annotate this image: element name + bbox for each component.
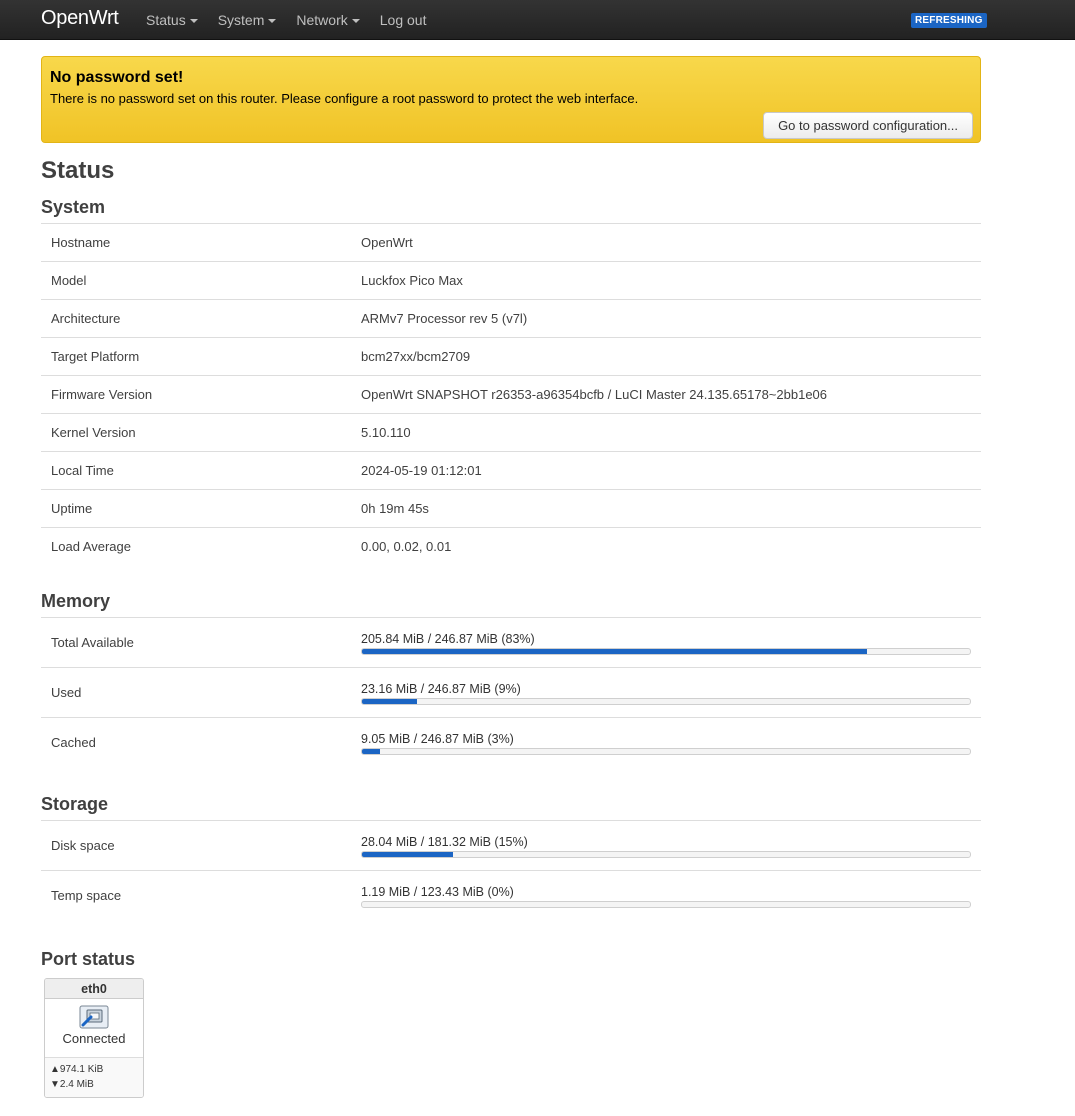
system-row-label: Target Platform [41,337,361,376]
system-row-label: Architecture [41,299,361,338]
system-row: Hostname OpenWrt [41,223,981,262]
memory-row-label: Cached [41,716,361,767]
system-row-value: 0h 19m 45s [361,489,981,528]
system-row-value: 5.10.110 [361,413,981,452]
system-row-label: Hostname [41,223,361,262]
menu-logout[interactable]: Log out [380,12,427,28]
system-row: Local Time 2024-05-19 01:12:01 [41,451,981,490]
port-traffic: ▲974.1 KiB ▼2.4 MiB [45,1056,143,1097]
system-row: Firmware Version OpenWrt SNAPSHOT r26353-… [41,375,981,414]
system-row: Uptime 0h 19m 45s [41,489,981,528]
memory-usage-text: 9.05 MiB / 246.87 MiB (3%) [361,731,514,746]
password-config-button[interactable]: Go to password configuration... [763,112,973,139]
menu-logout-label: Log out [379,12,427,28]
memory-section: Memory Total Available 205.84 MiB / 246.8… [41,590,981,767]
system-row: Kernel Version 5.10.110 [41,413,981,452]
memory-progress-bar [361,747,971,755]
system-row-value: OpenWrt SNAPSHOT r26353-a96354bcfb / LuC… [361,375,981,414]
system-row-label: Load Average [41,527,361,566]
memory-row-label: Total Available [41,616,361,667]
storage-row-label: Temp space [41,870,361,921]
memory-row: Used 23.16 MiB / 246.87 MiB (9%) [41,666,981,717]
ethernet-port-icon [79,1005,109,1028]
port-card: eth0 Connected ▲974.1 KiB ▼2.4 MiB [44,977,144,1098]
memory-progress-fill [362,648,867,654]
brand-logo[interactable]: OpenWrt [41,7,119,30]
chevron-down-icon [189,19,198,23]
memory-row: Cached 9.05 MiB / 246.87 MiB (3%) [41,716,981,767]
system-row: Architecture ARMv7 Processor rev 5 (v7l) [41,299,981,338]
system-row: Model Luckfox Pico Max [41,261,981,300]
storage-table: Disk space 28.04 MiB / 181.32 MiB (15%) Te… [41,820,981,921]
system-section: System Hostname OpenWrt Model Luckfox Pico … [41,196,981,566]
port-rx: ▼2.4 MiB [50,1078,94,1090]
system-row-label: Kernel Version [41,413,361,452]
system-row-label: Firmware Version [41,375,361,414]
system-row-label: Local Time [41,451,361,490]
system-heading: System [41,197,106,217]
system-row-label: Model [41,261,361,300]
system-row-value: 0.00, 0.02, 0.01 [361,527,981,566]
memory-usage-text: 23.16 MiB / 246.87 MiB (9%) [361,681,521,696]
menu-network-label: Network [296,12,348,28]
system-table: Hostname OpenWrt Model Luckfox Pico Max Arch… [41,223,981,566]
menu-status-label: Status [146,12,186,28]
system-row-label: Uptime [41,489,361,528]
port-status-heading: Port status [41,948,136,969]
alert-message: There is no password set on this router.… [50,91,639,106]
memory-progress-fill [362,748,381,754]
storage-usage-text: 1.19 MiB / 123.43 MiB (0%) [361,885,514,900]
system-row: Target Platform bcm27xx/bcm2709 [41,337,981,376]
menu-status[interactable]: Status [146,12,198,28]
storage-section: Storage Disk space 28.04 MiB / 181.32 MiB… [41,793,981,921]
storage-row: Disk space 28.04 MiB / 181.32 MiB (15%) [41,820,981,871]
storage-row: Temp space 1.19 MiB / 123.43 MiB (0%) [41,870,981,921]
storage-progress-bar [361,851,971,858]
system-row-value: 2024-05-19 01:12:01 [361,451,981,490]
memory-progress-bar [361,647,971,655]
menu-system[interactable]: System [218,12,277,28]
storage-usage-text: 28.04 MiB / 181.32 MiB (15%) [361,835,528,849]
menu-network[interactable]: Network [296,12,360,28]
system-row-value: ARMv7 Processor rev 5 (v7l) [361,299,981,338]
main-content: No password set! There is no password se… [41,56,981,1098]
top-navbar: OpenWrt Status System Network Log out RE… [0,0,1075,40]
memory-progress-bar [361,697,971,705]
memory-table: Total Available 205.84 MiB / 246.87 MiB (… [41,616,981,767]
storage-heading: Storage [41,794,109,814]
system-row: Load Average 0.00, 0.02, 0.01 [41,527,981,566]
alert-title: No password set! [50,69,184,86]
chevron-down-icon [351,19,360,23]
main-menu: Status System Network Log out [146,0,446,40]
memory-row-label: Used [41,666,361,717]
port-name: eth0 [45,978,143,999]
page-title: Status [41,157,115,184]
storage-progress-fill [362,852,454,857]
no-password-alert: No password set! There is no password se… [41,56,981,143]
system-row-value: OpenWrt [361,223,981,262]
system-row-value: bcm27xx/bcm2709 [361,337,981,376]
memory-usage-text: 205.84 MiB / 246.87 MiB (83%) [361,631,535,646]
chevron-down-icon [268,19,277,23]
menu-system-label: System [217,12,265,28]
memory-heading: Memory [41,590,111,611]
port-tx: ▲974.1 KiB [50,1063,104,1075]
storage-row-label: Disk space [41,820,361,871]
port-status-section: Port status eth0 Connected ▲974.1 KiB ▼2… [41,948,981,1098]
system-row-value: Luckfox Pico Max [361,261,981,300]
memory-row: Total Available 205.84 MiB / 246.87 MiB (… [41,616,981,667]
storage-progress-bar [361,901,971,909]
refreshing-indicator[interactable]: REFRESHING [911,13,987,28]
memory-progress-fill [362,698,417,704]
port-state: Connected [62,1030,126,1046]
